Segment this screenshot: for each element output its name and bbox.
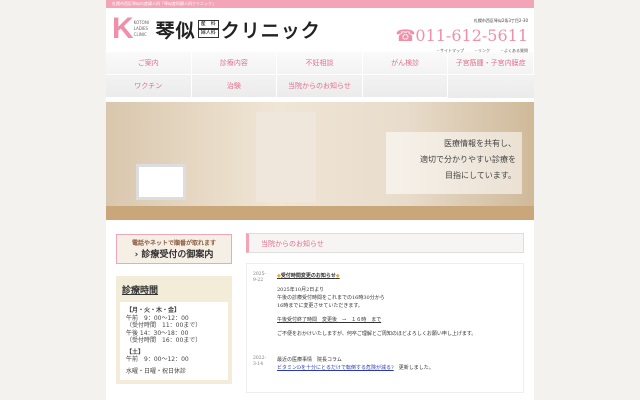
- nav-vaccine[interactable]: ワクチン: [106, 75, 192, 98]
- main-nav: ご案内 診療内容 不妊相談 がん検診 子宮筋腫・子宮内膜症 ワクチン 治験 当院…: [106, 52, 534, 98]
- top-bar: 札幌市西区琴似の産婦人科「琴似産科婦人科クリニック」: [106, 0, 534, 8]
- hours-title: 診療時間: [122, 286, 159, 296]
- logo-name: 琴似: [155, 19, 196, 42]
- hours-line: 水曜・日曜・祝日休診: [126, 367, 187, 375]
- phone-number[interactable]: ☎011-612-5611: [395, 26, 528, 45]
- hours-line: 午前 9：00～12：00: [126, 356, 189, 363]
- hero-counter: [106, 206, 534, 220]
- news-text: 午後の診療受付時間をこれまでの16時30分から: [277, 295, 385, 301]
- hero-banner: 医療情報を共有し、 適切で分かりやすい診療を 目指にしています。: [106, 102, 534, 220]
- logo-k: K: [112, 12, 134, 45]
- reservation-sub: 電話やネットで順番が取れます: [131, 240, 216, 247]
- news-text: 午後受付終了時間 変更後 → １６時 まで: [277, 317, 382, 323]
- hours-box: 【月・火・木・金】 午前 9：00～12：00 （受付時間 11：00まで） 午…: [120, 302, 228, 380]
- news-date: 2025-9-22: [253, 272, 266, 283]
- hero-line: 医療情報を共有し、: [444, 139, 516, 148]
- news-link[interactable]: ビタミンDを十分にとるだけで転倒する危険が減る?: [277, 365, 394, 371]
- sidebar: 電話やネットで順番が取れます › 診療受付の御案内 診療時間 【月・火・木・金】…: [116, 234, 232, 384]
- news-text: 更新しました。: [393, 365, 434, 371]
- dept-gynecology: 婦人科: [197, 29, 219, 38]
- page: 札幌市西区琴似の産婦人科「琴似産科婦人科クリニック」 K KOTONI LADI…: [106, 0, 534, 400]
- hours-line: （受付時間 16：00まで）: [126, 337, 202, 344]
- nav-cancer-screening[interactable]: がん検診: [362, 52, 449, 75]
- nav-clinical-trial[interactable]: 治験: [191, 75, 278, 98]
- news-heading: 当院からのお知らせ: [246, 233, 524, 253]
- header-links: ・サイトマップ ・リンク ・よくある質問: [436, 48, 528, 54]
- reservation-title: › 診療受付の御案内: [134, 250, 214, 260]
- news-date: 2022-3-14: [253, 356, 266, 367]
- hero-line: 目指にしています。: [445, 171, 516, 180]
- hero-monitor: [136, 164, 186, 200]
- news-section: 当院からのお知らせ 2025-9-22 ◆受付時間変更のお知らせ◆ 2025年1…: [246, 233, 524, 393]
- news-item: 2025-9-22 ◆受付時間変更のお知らせ◆ 2025年10月2日より 午後の…: [253, 272, 517, 338]
- nav-empty: [362, 75, 449, 98]
- nav-guide[interactable]: ご案内: [106, 52, 192, 75]
- nav-news[interactable]: 当院からのお知らせ: [277, 75, 363, 98]
- header: K KOTONI LADIES CLINIC 琴似 産 科婦人科 クリニック 札…: [106, 8, 534, 54]
- reservation-banner[interactable]: 電話やネットで順番が取れます › 診療受付の御案内: [116, 234, 232, 264]
- hero-line: 適切で分かりやすい診療を: [420, 155, 516, 164]
- news-title[interactable]: ◆受付時間変更のお知らせ◆: [277, 272, 517, 280]
- news-title: 最近の医療事情 院長コラム: [277, 357, 342, 363]
- nav-treatment[interactable]: 診療内容: [191, 52, 278, 75]
- hours-line: 【土】: [126, 348, 145, 356]
- news-text: ご不便をおかけいたしますが、何卒ご理解とご周知のほどよろしくお願い申し上げます。: [277, 331, 477, 337]
- clinic-logo[interactable]: K KOTONI LADIES CLINIC 琴似 産 科婦人科 クリニック: [112, 14, 321, 44]
- hero-copy: 医療情報を共有し、 適切で分かりやすい診療を 目指にしています。: [386, 132, 522, 194]
- dept-obstetrics: 産 科: [197, 20, 219, 29]
- hours-line: 【月・火・木・金】: [126, 307, 181, 314]
- logo-dept: 産 科婦人科: [197, 20, 219, 38]
- hours-line: 午前 9：00～12：00: [126, 314, 189, 322]
- link-faq[interactable]: ・よくある質問: [500, 48, 528, 54]
- link-sitemap[interactable]: ・サイトマップ: [436, 48, 464, 54]
- hero-wall: [256, 112, 316, 202]
- news-text: 2025年10月2日より: [277, 287, 325, 293]
- news-item: 2022-3-14 最近の医療事情 院長コラム ビタミンDを十分にとるだけで転倒…: [253, 356, 517, 372]
- hours-line: （受付時間 11：00まで）: [126, 322, 202, 329]
- address: 札幌市西区琴似2条3丁目2-30: [473, 18, 528, 23]
- news-text: 16時までに変更させていただきます。: [277, 303, 363, 309]
- logo-name2: クリニック: [220, 19, 321, 42]
- nav-fibroids[interactable]: 子宮筋腫・子宮内膜症: [448, 52, 534, 75]
- nav-fertility[interactable]: 不妊相談: [277, 52, 363, 75]
- news-title-text: 受付時間変更のお知らせ: [280, 273, 336, 279]
- hours-line: 午後 14：30～18：00: [126, 329, 189, 337]
- hours-panel: 診療時間 【月・火・木・金】 午前 9：00～12：00 （受付時間 11：00…: [116, 276, 232, 384]
- logo-sub: KOTONI LADIES CLINIC: [133, 20, 149, 37]
- link-links[interactable]: ・リンク: [474, 48, 490, 54]
- news-list: 2025-9-22 ◆受付時間変更のお知らせ◆ 2025年10月2日より 午後の…: [246, 263, 524, 393]
- star-icon: ◆: [335, 273, 340, 279]
